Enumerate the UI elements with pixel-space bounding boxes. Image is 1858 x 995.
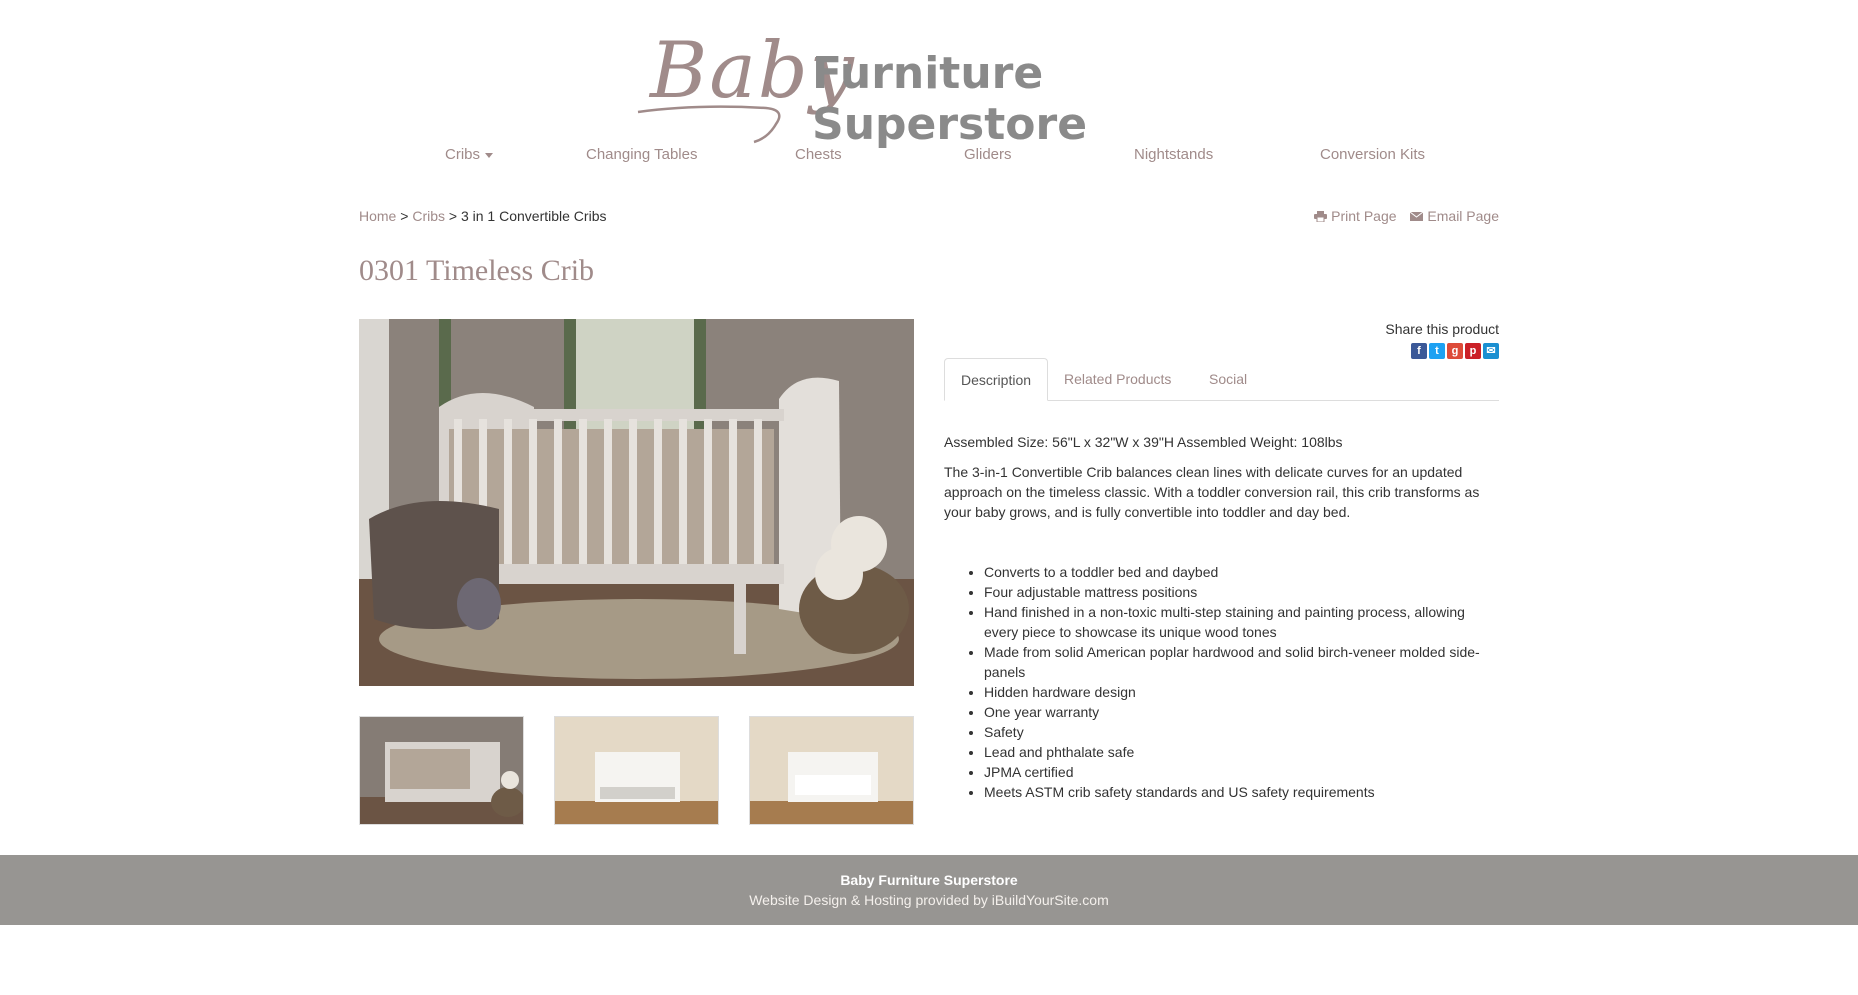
site-logo[interactable]: Baby Furniture Superstore	[630, 26, 1230, 150]
page-tools: Print Page Email Page	[1304, 208, 1499, 224]
product-tabs: Description Related Products Social	[944, 358, 1499, 401]
description-panel: Assembled Size: 56"L x 32"W x 39"H Assem…	[944, 432, 1499, 802]
breadcrumb-separator: >	[396, 208, 413, 224]
description-body: The 3-in-1 Convertible Crib balances cle…	[944, 464, 1480, 520]
list-item: One year warranty	[984, 702, 1499, 722]
caret-down-icon	[485, 152, 494, 158]
breadcrumb-separator: >	[445, 208, 461, 224]
facebook-icon[interactable]: f	[1411, 343, 1427, 359]
list-item: Hidden hardware design	[984, 682, 1499, 702]
thumbnail-image	[750, 717, 913, 824]
thumbnail-3[interactable]	[749, 716, 914, 825]
product-main-image[interactable]	[359, 319, 914, 686]
thumbnail-2[interactable]	[554, 716, 719, 825]
breadcrumb-home[interactable]: Home	[359, 208, 396, 224]
logo-text: Furniture Superstore	[812, 48, 1088, 150]
nav-item-nightstands[interactable]: Nightstands	[1134, 146, 1213, 163]
nav-item-gliders[interactable]: Gliders	[964, 146, 1012, 163]
print-icon	[1314, 211, 1328, 222]
print-label: Print Page	[1331, 208, 1397, 224]
breadcrumb: Home > Cribs > 3 in 1 Convertible Cribs	[359, 208, 606, 224]
page: Baby Furniture Superstore Cribs Changing…	[0, 0, 1858, 995]
list-item: Lead and phthalate safe	[984, 742, 1499, 762]
assembled-size: Assembled Size: 56"L x 32"W x 39"H Assem…	[944, 434, 1343, 450]
thumbnail-1[interactable]	[359, 716, 524, 825]
breadcrumb-cribs[interactable]: Cribs	[412, 208, 445, 224]
pinterest-icon[interactable]: p	[1465, 343, 1481, 359]
logo-swash	[637, 105, 781, 144]
footer-site-name: Baby Furniture Superstore	[840, 872, 1018, 888]
nav-item-conversion-kits[interactable]: Conversion Kits	[1320, 146, 1425, 163]
nav-item-chests[interactable]: Chests	[795, 146, 842, 163]
footer-credit: Website Design & Hosting provided by iBu…	[0, 892, 1858, 908]
nav-item-cribs[interactable]: Cribs	[445, 146, 494, 163]
footer: Baby Furniture Superstore Website Design…	[0, 855, 1858, 925]
envelope-icon	[1410, 211, 1424, 221]
email-label: Email Page	[1427, 208, 1499, 224]
nav-label: Cribs	[445, 146, 481, 163]
thumbnail-image	[555, 717, 718, 824]
tab-description[interactable]: Description	[944, 358, 1049, 401]
list-item: Made from solid American poplar hardwood…	[984, 642, 1499, 682]
email-page-link[interactable]: Email Page	[1410, 208, 1499, 224]
list-item: Converts to a toddler bed and daybed	[984, 562, 1499, 582]
nav-item-changing-tables[interactable]: Changing Tables	[586, 146, 697, 163]
crib-photo	[359, 319, 914, 686]
google-plus-icon[interactable]: g	[1447, 343, 1463, 359]
thumbnail-image	[360, 717, 523, 824]
breadcrumb-current: 3 in 1 Convertible Cribs	[460, 208, 607, 224]
email-icon[interactable]: ✉	[1483, 343, 1499, 359]
list-item: Four adjustable mattress positions	[984, 582, 1499, 602]
tab-related-products[interactable]: Related Products	[1048, 358, 1187, 400]
feature-list: Converts to a toddler bed and daybed Fou…	[944, 562, 1499, 802]
footer-credit-text: Website Design & Hosting provided by	[749, 892, 992, 908]
list-item: Safety	[984, 722, 1499, 742]
share-icons: f t g p ✉	[1409, 341, 1499, 359]
footer-credit-link[interactable]: iBuildYourSite.com	[992, 892, 1109, 908]
main-nav: Cribs Changing Tables Chests Gliders Nig…	[0, 146, 1858, 168]
page-title: 0301 Timeless Crib	[359, 254, 595, 287]
list-item: Hand finished in a non-toxic multi-step …	[984, 602, 1499, 642]
twitter-icon[interactable]: t	[1429, 343, 1445, 359]
print-page-link[interactable]: Print Page	[1314, 208, 1400, 224]
list-item: JPMA certified	[984, 762, 1499, 782]
list-item: Meets ASTM crib safety standards and US …	[984, 782, 1499, 802]
share-label: Share this product	[1385, 321, 1499, 337]
tab-social[interactable]: Social	[1193, 358, 1263, 400]
